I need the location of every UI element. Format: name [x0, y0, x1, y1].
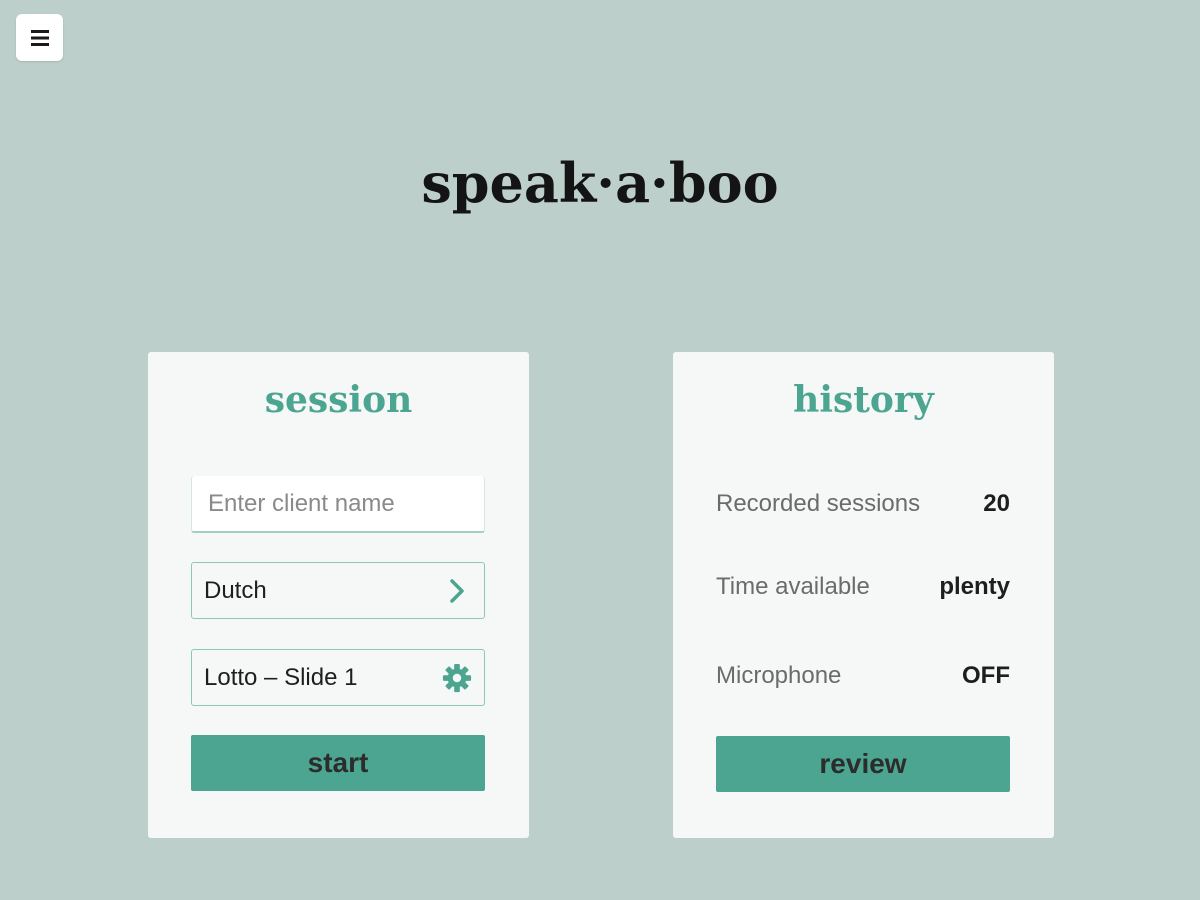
session-title: session	[264, 379, 413, 421]
stat-value: OFF	[962, 662, 1010, 689]
stat-row-recorded-sessions: Recorded sessions 20	[716, 487, 1010, 521]
stat-row-microphone: Microphone OFF	[716, 659, 1010, 693]
material-select[interactable]: Lotto – Slide 1	[191, 649, 485, 706]
start-button[interactable]: start	[191, 735, 485, 791]
stat-label: Time available	[716, 573, 870, 600]
hamburger-menu-icon	[30, 29, 49, 46]
stat-value: plenty	[939, 573, 1010, 600]
stat-row-time-available: Time available plenty	[716, 570, 1010, 604]
gear-icon[interactable]	[442, 663, 472, 693]
language-select[interactable]: Dutch	[191, 562, 485, 619]
client-name-input[interactable]	[191, 476, 485, 533]
history-card: history Recorded sessions 20 Time availa…	[673, 352, 1054, 838]
stat-label: Recorded sessions	[716, 490, 921, 517]
menu-button[interactable]	[16, 14, 63, 61]
material-value: Lotto – Slide 1	[204, 663, 358, 691]
app-logo: speak·a·boo	[421, 151, 779, 215]
stat-value: 20	[983, 490, 1010, 517]
review-button[interactable]: review	[716, 736, 1010, 792]
history-title: history	[793, 379, 934, 421]
session-card: session Dutch Lotto – Slide 1	[148, 352, 529, 838]
language-value: Dutch	[204, 576, 267, 604]
stat-label: Microphone	[716, 662, 842, 689]
chevron-right-icon	[442, 576, 472, 606]
